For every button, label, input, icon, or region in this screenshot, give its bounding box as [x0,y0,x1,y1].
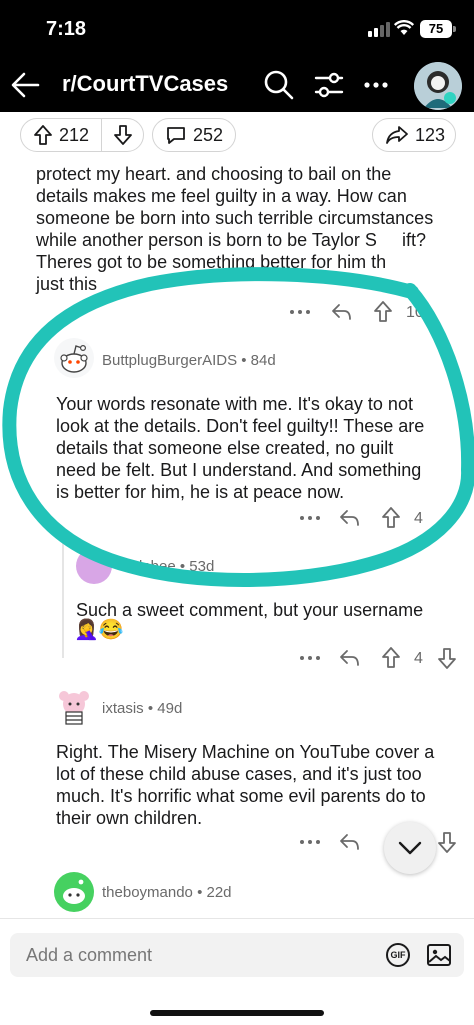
downvote-arrow-icon[interactable] [113,124,133,146]
comment-line: need be felt. But I understand. And some… [56,460,422,480]
comment-line: details that someone else created, no gu… [56,438,394,458]
comment-line: protect my heart. and choosing to bail o… [36,164,392,184]
emoji-text: 🤦‍♀️😂 [74,619,124,641]
reply-icon[interactable] [338,647,360,669]
comment-bubble-icon [167,127,185,144]
user-avatar[interactable] [54,338,94,378]
upvote-arrow-icon[interactable] [380,646,402,670]
cellular-signal-icon [368,22,390,37]
search-icon[interactable] [262,68,296,102]
more-icon[interactable] [298,508,322,528]
reply-icon[interactable] [338,831,360,853]
subreddit-header: r/CourtTVCases [0,58,474,112]
comment-placeholder: Add a comment [26,945,153,965]
back-arrow-icon[interactable] [8,68,44,102]
comment-author[interactable]: theboymando • 22d [102,884,232,901]
comment-line: while another person is born to be Taylo… [36,230,377,250]
upvote-arrow-icon[interactable] [33,124,53,146]
comments-button[interactable]: 252 [152,118,236,152]
comment-line: Such a sweet comment, but your username [76,600,424,620]
comment-line: ift? [402,230,427,250]
status-time: 7:18 [46,18,87,40]
comment-author[interactable]: ixtasis • 49d [102,700,182,717]
vote-count: 10 [406,304,424,321]
comment-line: Right. The Misery Machine on YouTube cov… [56,742,435,762]
share-count: 123 [415,124,446,145]
home-indicator [150,1010,324,1016]
comment-line: their own children. [56,808,203,828]
comment-line: is better for him, he is at peace now. [56,482,345,502]
user-avatar[interactable] [414,62,462,110]
share-button[interactable]: 123 [372,118,456,152]
upvote-arrow-icon[interactable] [372,300,394,324]
comment-author[interactable]: kylabee • 53d [124,558,214,575]
comment-line: Theres got to be something better for hi… [36,252,387,272]
chevron-down-icon [398,841,422,855]
battery-icon: 75 [420,20,456,38]
more-icon[interactable] [298,832,322,852]
page-title[interactable]: r/CourtTVCases [62,71,228,97]
comment-line: look at the details. Don't feel guilty!!… [56,416,425,436]
vote-count: 4 [414,510,423,527]
comment-line: lot of these child abuse cases, and it's… [56,764,422,784]
downvote-arrow-icon[interactable] [436,646,458,670]
comment-count: 252 [193,124,224,145]
scroll-down-button[interactable] [384,822,436,874]
share-arrow-icon [386,126,408,144]
comment-input[interactable]: Add a comment GIF [10,933,464,977]
comment-composer: Add a comment GIF [0,918,474,1025]
more-icon[interactable] [288,302,312,322]
user-avatar[interactable] [76,548,112,584]
user-avatar[interactable] [54,686,94,726]
downvote-arrow-icon[interactable] [436,830,458,854]
more-options-icon[interactable] [362,68,390,102]
reply-icon[interactable] [338,507,360,529]
user-avatar[interactable] [54,872,94,912]
gif-icon[interactable]: GIF [386,943,410,967]
image-icon[interactable] [426,942,452,968]
comment-author[interactable]: ButtplugBurgerAIDS • 84d [102,352,276,369]
vote-control: 212 [20,118,144,152]
reply-icon[interactable] [330,301,352,323]
upvote-arrow-icon[interactable] [380,506,402,530]
comment-line: someone be born into such terrible circu… [36,208,434,228]
filter-icon[interactable] [312,68,346,102]
comment-line: just this [36,274,98,294]
status-bar: 7:18 75 [0,0,474,58]
comment-line: Your words resonate with me. It's okay t… [56,394,413,414]
vote-count: 4 [414,650,423,667]
comment-line: much. It's horrific what some evil paren… [56,786,426,806]
more-icon[interactable] [298,648,322,668]
wifi-icon [394,20,414,35]
thread-line [62,538,64,658]
comment-line: details makes me feel guilty in a way. H… [36,186,407,206]
upvote-count: 212 [59,124,90,145]
post-action-bar: 212 252 123 [0,112,474,158]
